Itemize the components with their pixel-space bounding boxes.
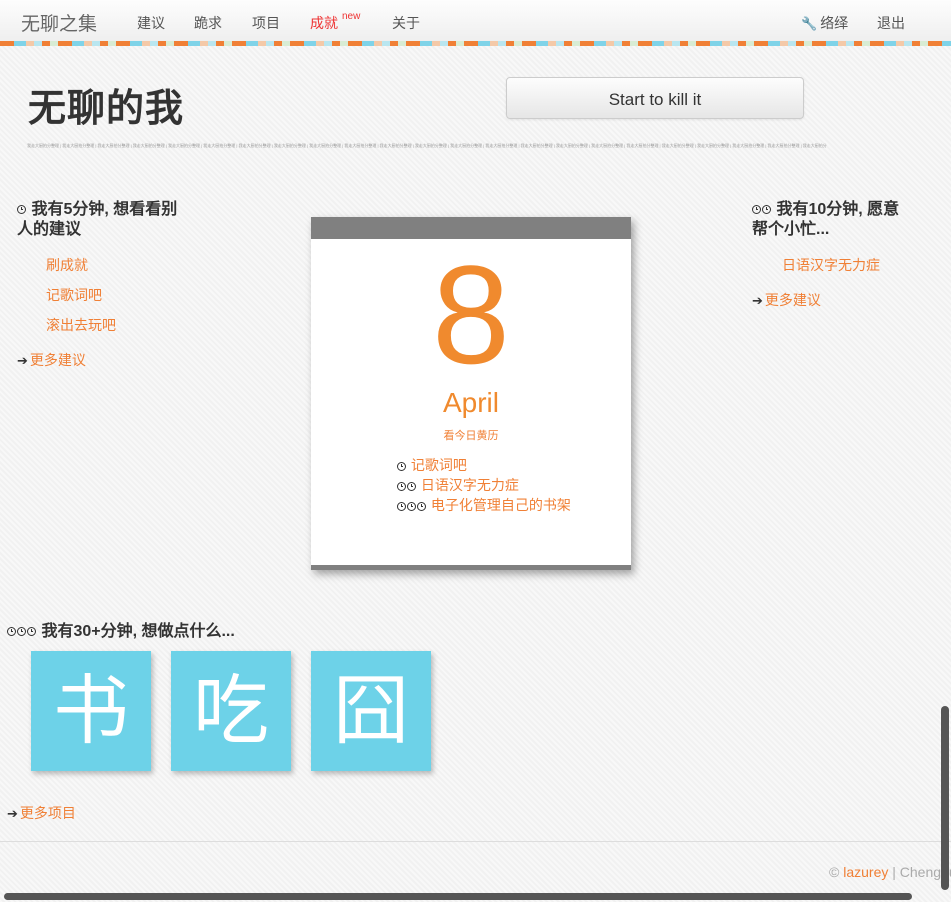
wrench-icon: 🔧 <box>801 16 818 31</box>
almanac-link[interactable]: 看今日黄历 <box>311 427 631 443</box>
suggestion-link[interactable]: 刷成就 <box>46 255 88 275</box>
nav-link-projects[interactable]: 项目 <box>252 13 280 33</box>
nav-link-achievements[interactable]: 成就 <box>310 13 338 33</box>
footer-separator: | <box>892 864 896 880</box>
author-link[interactable]: lazurey <box>843 864 888 880</box>
calendar-day: 8 <box>432 236 510 393</box>
user-menu[interactable]: 🔧 络绎 <box>801 13 848 33</box>
task-link[interactable]: 日语汉字无力症 <box>782 255 880 275</box>
suggestion-link[interactable]: 滚出去玩吧 <box>46 315 116 335</box>
project-tile-jiong[interactable]: 囧 <box>311 651 431 771</box>
more-suggestions-label: 更多建议 <box>29 352 86 368</box>
clock-icon <box>397 461 406 471</box>
clock-icon <box>407 501 416 511</box>
suggestion-link[interactable]: 记歌词吧 <box>46 285 102 305</box>
clock-icon <box>17 205 26 215</box>
thirty-min-title-text: 我有30+分钟, 想做点什么... <box>41 623 235 640</box>
clock-icon <box>17 627 26 637</box>
clock-icon <box>762 205 771 215</box>
vertical-scrollbar[interactable] <box>941 706 949 890</box>
calendar-item: 日语汉字无力症 <box>397 475 577 495</box>
footer: © lazurey | Chengdu <box>829 864 951 880</box>
project-tile-eat[interactable]: 吃 <box>171 651 291 771</box>
clock-icon <box>27 627 36 637</box>
five-min-title-line1: 我有5分钟, 想看看别 <box>31 201 178 218</box>
logout-link[interactable]: 退出 <box>877 13 905 33</box>
arrow-right-icon: ➔ <box>7 806 18 821</box>
thirty-min-title: 我有30+分钟, 想做点什么... <box>7 622 407 642</box>
page-title: 无聊的我 <box>28 88 185 130</box>
nav-link-suggestions[interactable]: 建议 <box>137 13 165 33</box>
calendar-item-link[interactable]: 日语汉字无力症 <box>421 477 519 493</box>
arrow-right-icon: ➔ <box>17 353 28 368</box>
calendar-item: 电子化管理自己的书架 <box>397 495 577 515</box>
copyright-symbol: © <box>829 864 840 880</box>
clock-icon <box>752 205 761 215</box>
clock-icon <box>397 481 406 491</box>
nav-link-about[interactable]: 关于 <box>392 13 420 33</box>
more-suggestions-link[interactable]: ➔ 更多建议 <box>17 350 86 370</box>
calendar-item-link[interactable]: 电子化管理自己的书架 <box>431 497 571 513</box>
clock-icon <box>397 501 406 511</box>
footer-divider <box>0 841 951 842</box>
project-tile-book[interactable]: 书 <box>31 651 151 771</box>
navbar: 无聊之集 建议 跪求 项目 成就 new 关于 🔧 络绎 退出 <box>0 0 951 42</box>
five-min-title-line2: 人的建议 <box>17 221 82 238</box>
new-badge: new <box>342 11 361 22</box>
calendar-item-link[interactable]: 记歌词吧 <box>411 457 467 473</box>
ten-min-title-line1: 我有10分钟, 愿意 <box>776 201 900 218</box>
brand-logo[interactable]: 无聊之集 <box>21 9 97 36</box>
calendar-month: April <box>442 387 499 418</box>
more-tasks-link[interactable]: ➔ 更多建议 <box>752 290 821 310</box>
user-name: 络绎 <box>820 15 849 31</box>
five-min-title: 我有5分钟, 想看看别 人的建议 <box>17 200 217 240</box>
nav-link-requests[interactable]: 跪求 <box>194 13 222 33</box>
more-projects-link[interactable]: ➔ 更多项目 <box>7 803 76 823</box>
calendar-bottom-bar <box>311 565 631 570</box>
calendar-item: 记歌词吧 <box>397 455 577 475</box>
decorative-stripe <box>0 41 951 46</box>
horizontal-scrollbar[interactable] <box>4 893 912 900</box>
clock-icon <box>407 481 416 491</box>
more-projects-label: 更多项目 <box>19 805 76 821</box>
ten-min-title: 我有10分钟, 愿意 帮个小忙... <box>752 200 942 240</box>
micro-text: 我走大厨拍分整理 | 我走大厨拍分整理 | 我走大厨拍分整理 | 我走大厨拍分整… <box>27 143 827 148</box>
clock-icon <box>417 501 426 511</box>
calendar-card: 8 April 看今日黄历 记歌词吧 日语汉字无力症 电子化管理自己的书架 <box>311 217 631 570</box>
ten-min-title-line2: 帮个小忙... <box>752 221 830 238</box>
clock-icon <box>7 627 16 637</box>
start-button[interactable]: Start to kill it <box>506 77 804 119</box>
arrow-right-icon: ➔ <box>752 293 763 308</box>
more-tasks-label: 更多建议 <box>764 292 821 308</box>
